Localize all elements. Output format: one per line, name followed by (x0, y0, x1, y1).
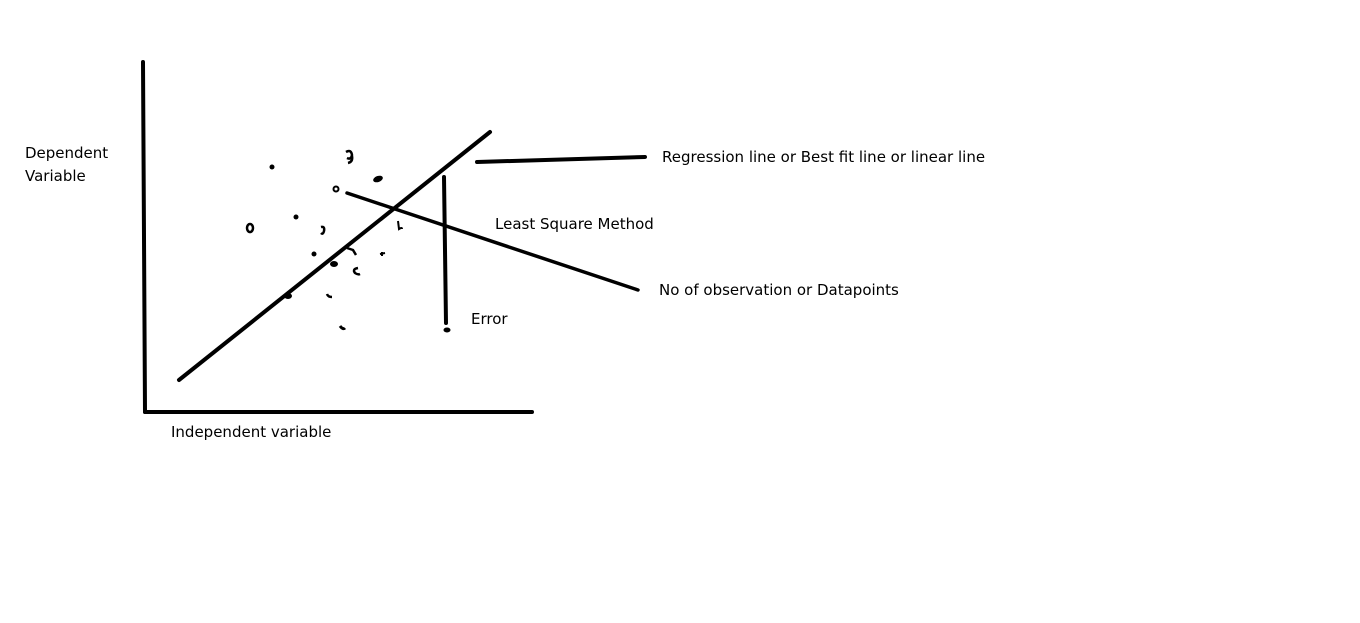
data-point (325, 293, 333, 299)
data-point (397, 220, 403, 231)
least-square-method-label: Least Square Method (495, 215, 654, 233)
data-point (345, 149, 354, 165)
data-point (245, 222, 255, 234)
data-point (311, 251, 317, 257)
y-axis-line (141, 60, 147, 414)
data-point (284, 293, 292, 299)
data-point (330, 261, 338, 267)
sketch-drawing (141, 60, 647, 414)
observations-label: No of observation or Datapoints (659, 281, 899, 299)
regression-pointer-line (475, 155, 647, 164)
y-axis-label-line2: Variable (25, 167, 86, 185)
data-points (245, 149, 451, 333)
observation-pointer-line (345, 191, 640, 292)
data-point (379, 252, 386, 256)
data-point (373, 175, 383, 183)
data-point (352, 266, 361, 276)
error-label: Error (471, 310, 508, 328)
regression-sketch: Dependent Variable Independent variable … (0, 0, 1360, 623)
data-point (443, 327, 451, 333)
data-point (293, 214, 299, 220)
data-point (320, 225, 326, 235)
data-point (346, 246, 358, 256)
data-point (269, 164, 275, 170)
data-point (332, 185, 340, 193)
x-axis-label: Independent variable (171, 423, 332, 441)
y-axis-label-line1: Dependent (25, 144, 109, 162)
data-point (338, 325, 347, 331)
error-line (442, 175, 448, 325)
regression-line-label: Regression line or Best fit line or line… (662, 148, 986, 166)
